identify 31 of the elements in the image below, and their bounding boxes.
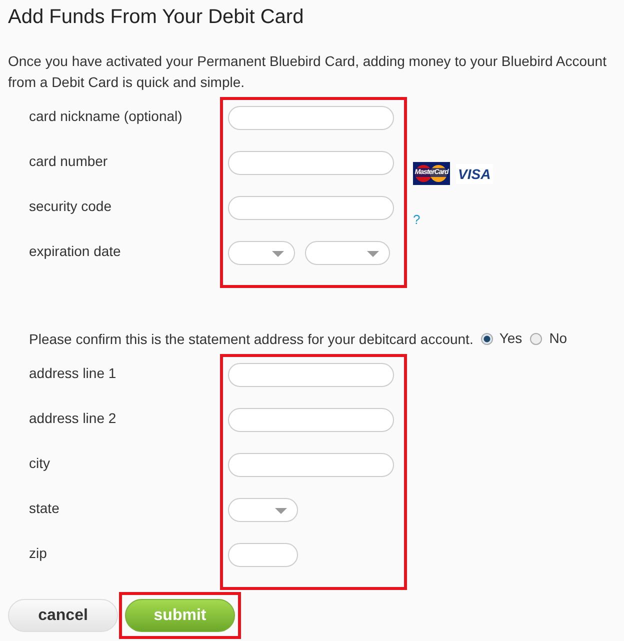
input-field[interactable] [228, 408, 394, 432]
caret-icon [272, 251, 284, 257]
intro-text: Once you have activated your Permanent Bluebird Card, adding money to your Bluebird Account from a Debit Card is quick and simple. [8, 52, 608, 92]
input-field[interactable] [228, 196, 394, 220]
input-field[interactable] [228, 543, 298, 567]
field-label: card nickname (optional) [29, 108, 182, 124]
radio-button[interactable] [481, 333, 494, 345]
input-field[interactable] [228, 363, 394, 387]
input-field[interactable] [228, 106, 394, 130]
card-logo: VISA [456, 164, 493, 184]
radio-label[interactable]: No [549, 330, 568, 346]
field-label: security code [29, 198, 112, 214]
page-title: Add Funds From Your Debit Card [8, 5, 305, 30]
field-label: zip [29, 545, 47, 561]
dropdown[interactable] [305, 241, 390, 265]
dropdown[interactable] [228, 498, 298, 522]
field-label: address line 2 [29, 410, 116, 426]
field-label: state [29, 500, 60, 516]
field-label: card number [29, 153, 108, 169]
confirm-text: Please confirm this is the statement address for your debitcard account. [29, 331, 474, 347]
cancel-button[interactable]: cancel [8, 599, 118, 632]
input-field[interactable] [228, 151, 394, 175]
dropdown[interactable] [228, 241, 295, 265]
field-label: city [29, 455, 50, 471]
caret-icon [367, 251, 379, 257]
radio-button[interactable] [530, 333, 542, 345]
field-label: expiration date [29, 243, 121, 259]
caret-icon [275, 508, 287, 514]
input-field[interactable] [228, 453, 394, 477]
field-label: address line 1 [29, 365, 116, 381]
radio-label[interactable]: Yes [499, 330, 522, 346]
